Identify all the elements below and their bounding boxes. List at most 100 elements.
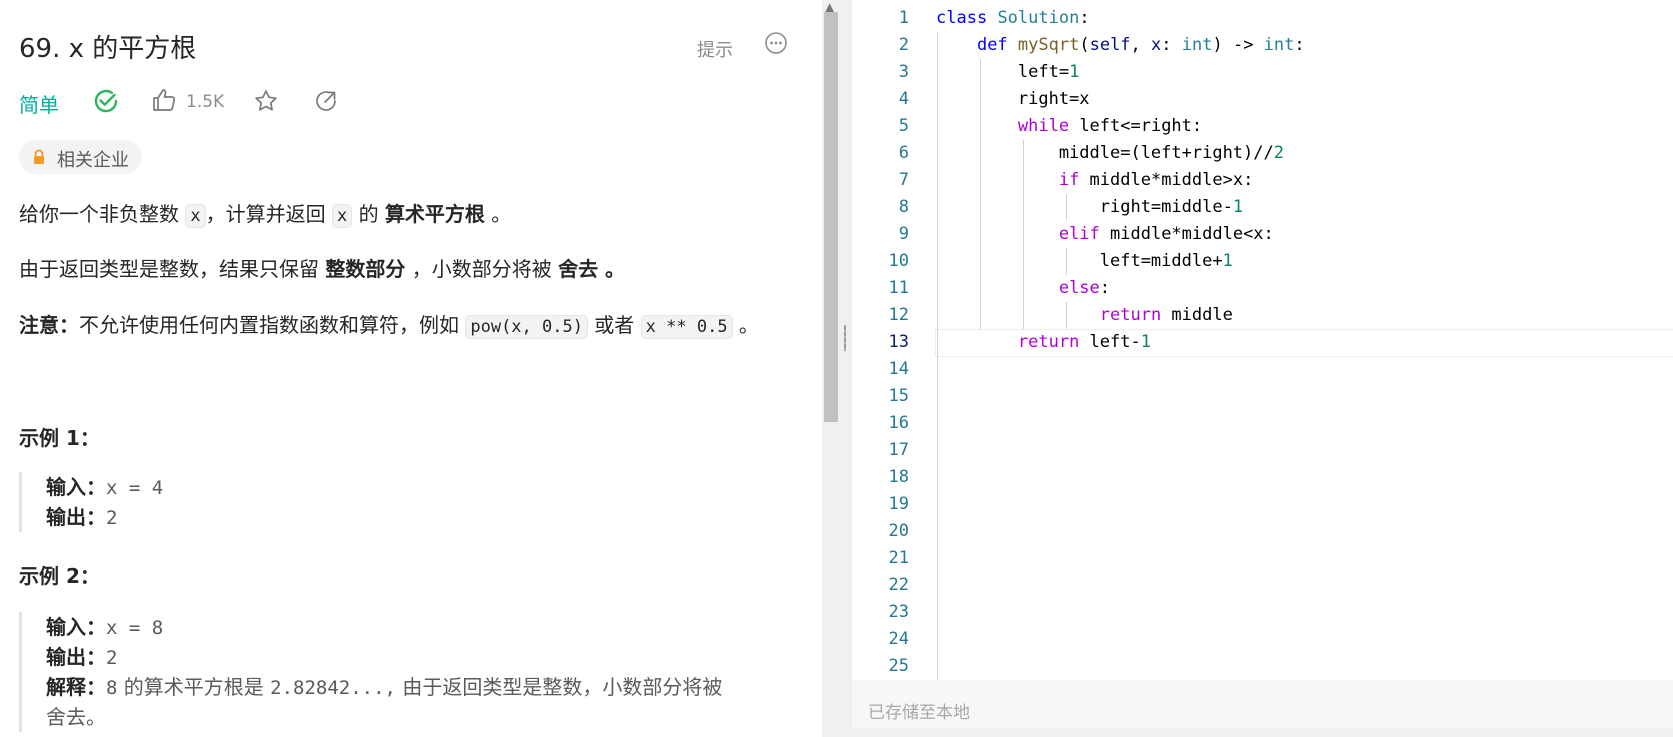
code-text: right=middle-1 [936, 197, 1244, 217]
code-line[interactable]: 18 [852, 464, 1673, 491]
code-line[interactable]: 22 [852, 572, 1673, 599]
code-text: right=x [936, 89, 1090, 109]
code-line[interactable]: 1 class Solution: [852, 5, 1673, 32]
code-text: left=middle+1 [936, 251, 1233, 271]
code-line[interactable]: 3 left=1 [852, 59, 1673, 86]
line-number: 19 [888, 494, 909, 514]
line-number: 22 [888, 575, 909, 595]
code-line-current[interactable]: 13 return left-1 [852, 329, 1673, 356]
more-options-icon[interactable] [764, 31, 788, 55]
code-line[interactable]: 17 [852, 437, 1673, 464]
explain-text: 的算术平方根是 [117, 675, 271, 699]
desc-bold: 算术平方根 [384, 202, 485, 226]
desc-bold: 舍去 。 [558, 257, 626, 281]
desc-text: 的 [352, 202, 385, 226]
line-number: 5 [898, 116, 909, 136]
code-text: left=1 [936, 62, 1080, 82]
favorite-star-icon[interactable] [253, 88, 279, 114]
code-area[interactable]: 1 class Solution: 2 def mySqrt(self, x: i… [852, 5, 1673, 680]
explain-text: 舍去。 [46, 705, 106, 729]
code-line[interactable]: 11 else: [852, 275, 1673, 302]
desc-text: 。 [732, 313, 759, 337]
code-line[interactable]: 8 right=middle-1 [852, 194, 1673, 221]
code-text: while left<=right: [1017, 116, 1203, 136]
code-line[interactable]: 23 [852, 599, 1673, 626]
line-number: 15 [888, 386, 909, 406]
input-value: x = 8 [106, 617, 164, 639]
solved-check-icon [94, 89, 118, 113]
code-line[interactable]: 21 [852, 545, 1673, 572]
line-number: 13 [888, 332, 909, 352]
input-label: 输入： [46, 615, 106, 639]
lock-icon [34, 149, 44, 164]
description-note: 注意：不允许使用任何内置指数函数和算符，例如 pow(x, 0.5) 或者 x … [19, 309, 759, 339]
line-number: 24 [888, 629, 909, 649]
line-number: 17 [888, 440, 909, 460]
example-2-heading: 示例 2： [19, 564, 100, 588]
code-line[interactable]: 24 [852, 626, 1673, 653]
line-number: 1 [898, 8, 909, 28]
hint-button[interactable]: 提示 [697, 36, 733, 62]
like-button[interactable]: 1.5K [151, 86, 251, 116]
code-line[interactable]: 7 if middle*middle>x: [852, 167, 1673, 194]
input-label: 输入： [46, 475, 106, 499]
difficulty-badge: 简单 [19, 93, 59, 117]
explain-label: 解释： [46, 675, 106, 699]
line-number: 7 [898, 170, 909, 190]
inline-code: x [331, 204, 353, 228]
input-value: x = 4 [106, 477, 164, 499]
code-line[interactable]: 19 [852, 491, 1673, 518]
problem-meta-row: 简单 1.5K [19, 86, 439, 118]
code-line[interactable]: 16 [852, 410, 1673, 437]
example-output: 输出：2 [46, 502, 163, 532]
desc-text: 。 [484, 202, 512, 226]
output-value: 2 [106, 507, 118, 529]
desc-text: ，小数部分将被 [405, 257, 559, 281]
code-text: else: [1058, 278, 1111, 298]
desc-text: ，计算并返回 [205, 202, 332, 226]
code-line[interactable]: 2 def mySqrt(self, x: int) -> int: [852, 32, 1673, 59]
code-line[interactable]: 6 middle=(left+right)//2 [852, 140, 1673, 167]
line-number: 9 [898, 224, 909, 244]
related-companies-label: 相关企业 [57, 150, 129, 171]
desc-bold: 注意： [19, 313, 79, 337]
desc-bold: 整数部分 [325, 257, 406, 281]
line-number: 12 [888, 305, 909, 325]
explain-value: 8 [106, 677, 118, 699]
inline-code: x ** 0.5 [640, 315, 733, 339]
related-companies-tag[interactable]: 相关企业 [19, 140, 142, 174]
code-line[interactable]: 14 [852, 356, 1673, 383]
output-label: 输出： [46, 505, 106, 529]
code-line[interactable]: 25 [852, 653, 1673, 680]
line-number: 20 [888, 521, 909, 541]
like-count: 1.5K [186, 92, 225, 112]
scrollbar-thumb[interactable] [824, 12, 838, 422]
panel-resize-handle[interactable] [840, 0, 852, 737]
code-line[interactable]: 5 while left<=right: [852, 113, 1673, 140]
code-line[interactable]: 12 return middle [852, 302, 1673, 329]
code-editor[interactable]: 1 class Solution: 2 def mySqrt(self, x: i… [852, 0, 1673, 737]
line-number: 6 [898, 143, 909, 163]
code-line[interactable]: 10 left=middle+1 [852, 248, 1673, 275]
code-line[interactable]: 20 [852, 518, 1673, 545]
code-line[interactable]: 15 [852, 383, 1673, 410]
problem-title: 69. x 的平方根 [19, 34, 197, 64]
explain-text: 由于返回类型是整数，小数部分将被 [396, 675, 723, 699]
code-line[interactable]: 9 elif middle*middle<x: [852, 221, 1673, 248]
code-line[interactable]: 4 right=x [852, 86, 1673, 113]
drag-grip-icon[interactable] [844, 325, 846, 351]
line-number: 11 [888, 278, 909, 298]
code-text: class Solution: [936, 8, 1090, 28]
desc-text: 或者 [587, 313, 641, 337]
line-number: 21 [888, 548, 909, 568]
line-number: 8 [898, 197, 909, 217]
description-scrollbar[interactable]: ▲ [822, 0, 840, 737]
share-icon[interactable] [313, 88, 339, 114]
problem-description-panel: 69. x 的平方根 提示 简单 1.5K 相关企业 给你一个非负整数 x ，计… [0, 0, 822, 737]
example-explanation: 解释：8 的算术平方根是 2.82842..., 由于返回类型是整数，小数部分将… [46, 672, 722, 702]
code-text: if middle*middle>x: [1058, 170, 1254, 190]
example-explanation-cont: 舍去。 [46, 702, 722, 732]
line-number: 18 [888, 467, 909, 487]
line-number: 14 [888, 359, 909, 379]
description-paragraph-2: 由于返回类型是整数，结果只保留 整数部分 ，小数部分将被 舍去 。 [19, 253, 625, 282]
